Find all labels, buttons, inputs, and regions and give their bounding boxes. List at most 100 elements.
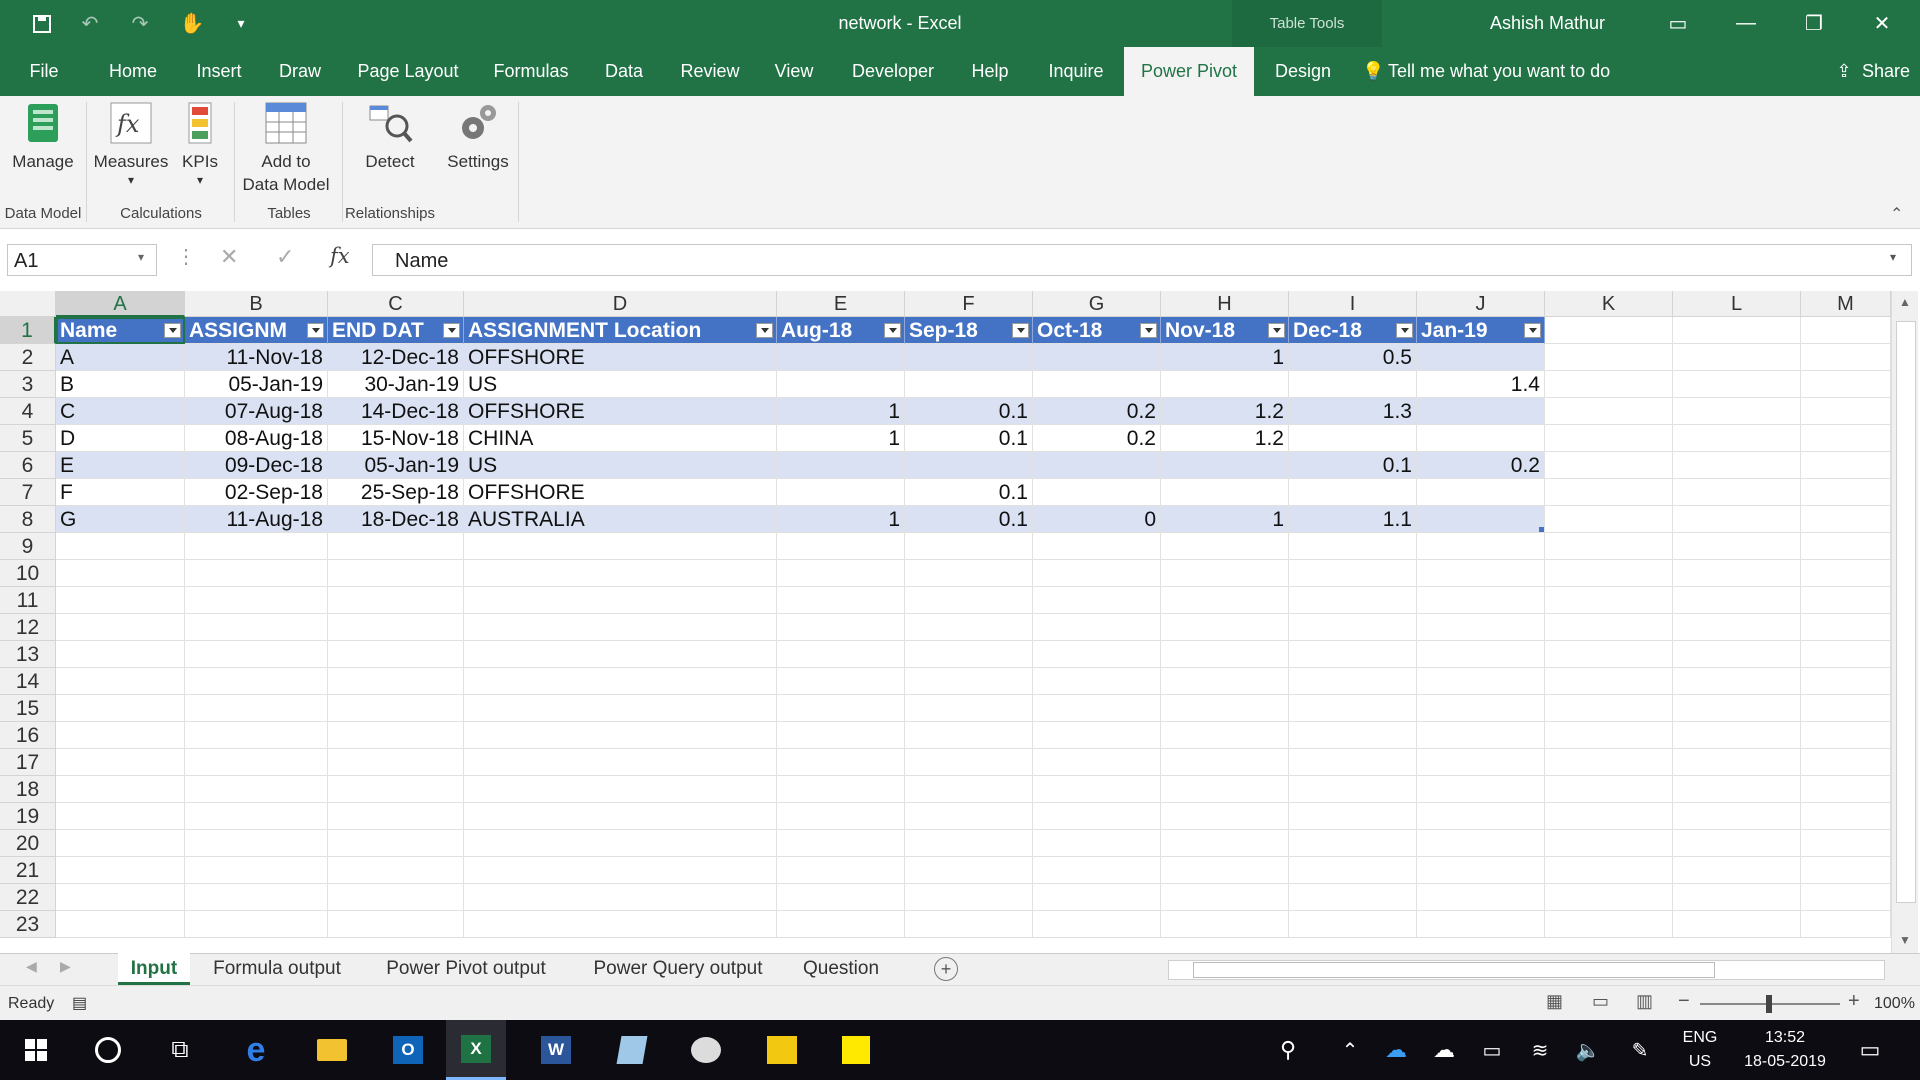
- table-cell[interactable]: 1.2: [1161, 398, 1289, 425]
- table-cell[interactable]: 1: [1161, 506, 1289, 533]
- column-header-g[interactable]: G: [1033, 291, 1161, 317]
- customize-toolbar-icon[interactable]: ▾: [226, 0, 256, 47]
- grid-cell[interactable]: [185, 830, 328, 857]
- column-header-d[interactable]: D: [464, 291, 777, 317]
- grid-cell[interactable]: [56, 641, 185, 668]
- grid-cell[interactable]: [1289, 614, 1417, 641]
- grid-cell[interactable]: [1033, 668, 1161, 695]
- grid-cell[interactable]: [1801, 830, 1891, 857]
- grid-cell[interactable]: [905, 749, 1033, 776]
- filter-dropdown-icon[interactable]: [884, 323, 901, 338]
- table-cell[interactable]: 0.2: [1033, 398, 1161, 425]
- table-cell[interactable]: [1161, 479, 1289, 506]
- table-cell[interactable]: [1161, 371, 1289, 398]
- detect-button[interactable]: Detect: [352, 100, 428, 173]
- table-cell[interactable]: 15-Nov-18: [328, 425, 464, 452]
- row-header-15[interactable]: 15: [0, 695, 56, 722]
- grid-cell[interactable]: [1545, 884, 1673, 911]
- grid-cell[interactable]: [464, 749, 777, 776]
- grid-cell[interactable]: [1033, 560, 1161, 587]
- grid-cell[interactable]: [1545, 749, 1673, 776]
- grid-cell[interactable]: [1417, 803, 1545, 830]
- grid-cell[interactable]: [777, 911, 905, 938]
- table-cell[interactable]: [1417, 506, 1545, 533]
- grid-cell[interactable]: [328, 884, 464, 911]
- grid-cell[interactable]: [1033, 857, 1161, 884]
- grid-cell[interactable]: [777, 749, 905, 776]
- filter-dropdown-icon[interactable]: [1396, 323, 1413, 338]
- notifications-icon[interactable]: ▭: [1840, 1020, 1900, 1080]
- horizontal-scrollbar[interactable]: [1168, 960, 1885, 980]
- grid-cell[interactable]: [1545, 398, 1673, 425]
- outlook-icon[interactable]: O: [378, 1020, 438, 1080]
- task-view-icon[interactable]: ⧉: [150, 1020, 210, 1080]
- grid-cell[interactable]: [1673, 668, 1801, 695]
- grid-cell[interactable]: [1673, 857, 1801, 884]
- grid-cell[interactable]: [1801, 695, 1891, 722]
- vertical-scroll-thumb[interactable]: [1896, 321, 1916, 903]
- table-cell[interactable]: 07-Aug-18: [185, 398, 328, 425]
- filter-dropdown-icon[interactable]: [443, 323, 460, 338]
- excel-taskbar-icon[interactable]: X: [446, 1020, 506, 1080]
- grid-cell[interactable]: [1673, 830, 1801, 857]
- column-header-j[interactable]: J: [1417, 291, 1545, 317]
- table-cell[interactable]: [1289, 425, 1417, 452]
- language-indicator[interactable]: ENG US: [1680, 1026, 1720, 1074]
- grid-cell[interactable]: [777, 884, 905, 911]
- grid-cell[interactable]: [1033, 776, 1161, 803]
- table-cell[interactable]: AUSTRALIA: [464, 506, 777, 533]
- grid-cell[interactable]: [56, 722, 185, 749]
- table-cell[interactable]: [1417, 398, 1545, 425]
- grid-cell[interactable]: [1801, 641, 1891, 668]
- grid-cell[interactable]: [328, 749, 464, 776]
- grid-cell[interactable]: [1545, 722, 1673, 749]
- grid-cell[interactable]: [1161, 884, 1289, 911]
- grid-cell[interactable]: [1417, 614, 1545, 641]
- table-cell[interactable]: C: [56, 398, 185, 425]
- grid-cell[interactable]: [1545, 695, 1673, 722]
- grid-cell[interactable]: [905, 560, 1033, 587]
- insert-function-icon[interactable]: fx: [330, 244, 350, 268]
- grid-cell[interactable]: [1033, 884, 1161, 911]
- table-header-cell[interactable]: ASSIGNMENT Location: [464, 317, 777, 344]
- word-icon[interactable]: W: [526, 1020, 586, 1080]
- table-header-cell[interactable]: Dec-18: [1289, 317, 1417, 344]
- grid-cell[interactable]: [777, 803, 905, 830]
- grid-cell[interactable]: [185, 560, 328, 587]
- row-header-17[interactable]: 17: [0, 749, 56, 776]
- table-resize-handle[interactable]: [1539, 527, 1544, 532]
- table-cell[interactable]: [905, 371, 1033, 398]
- table-header-cell[interactable]: ASSIGNM: [185, 317, 328, 344]
- table-cell[interactable]: OFFSHORE: [464, 479, 777, 506]
- grid-cell[interactable]: [777, 587, 905, 614]
- table-cell[interactable]: [905, 452, 1033, 479]
- grid-cell[interactable]: [1033, 722, 1161, 749]
- table-cell[interactable]: OFFSHORE: [464, 398, 777, 425]
- tab-review[interactable]: Review: [670, 47, 750, 96]
- share-icon[interactable]: ⇪: [1830, 47, 1858, 96]
- grid-cell[interactable]: [1161, 641, 1289, 668]
- grid-cell[interactable]: [1673, 479, 1801, 506]
- filter-dropdown-icon[interactable]: [1268, 323, 1285, 338]
- pen-icon[interactable]: ✎: [1610, 1020, 1670, 1080]
- filter-dropdown-icon[interactable]: [1524, 323, 1541, 338]
- grid-cell[interactable]: [1289, 560, 1417, 587]
- tab-design[interactable]: Design: [1264, 47, 1342, 96]
- table-cell[interactable]: [1417, 425, 1545, 452]
- grid-cell[interactable]: [1161, 614, 1289, 641]
- grid-cell[interactable]: [185, 695, 328, 722]
- grid-cell[interactable]: [1545, 803, 1673, 830]
- grid-cell[interactable]: [905, 911, 1033, 938]
- table-cell[interactable]: 08-Aug-18: [185, 425, 328, 452]
- grid-cell[interactable]: [1417, 695, 1545, 722]
- grid-cell[interactable]: [1673, 560, 1801, 587]
- table-cell[interactable]: 30-Jan-19: [328, 371, 464, 398]
- grid-cell[interactable]: [1801, 533, 1891, 560]
- table-cell[interactable]: 05-Jan-19: [185, 371, 328, 398]
- table-cell[interactable]: 25-Sep-18: [328, 479, 464, 506]
- table-cell[interactable]: [1417, 479, 1545, 506]
- grid-cell[interactable]: [1545, 668, 1673, 695]
- grid-cell[interactable]: [905, 695, 1033, 722]
- grid-cell[interactable]: [1417, 560, 1545, 587]
- grid-cell[interactable]: [56, 587, 185, 614]
